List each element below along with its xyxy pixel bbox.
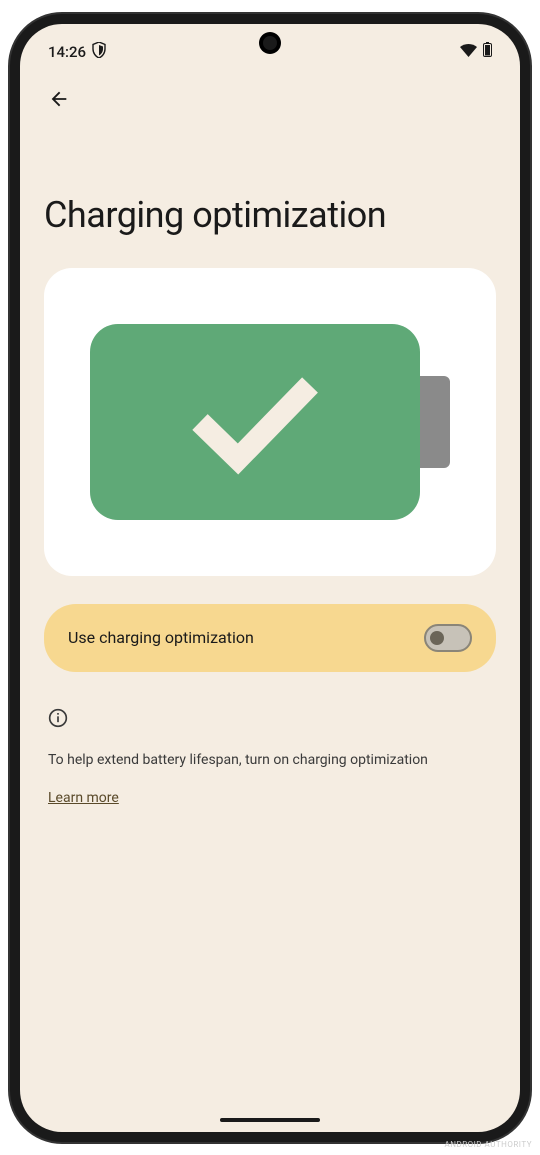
charging-optimization-toggle-row[interactable]: Use charging optimization	[44, 604, 496, 672]
page-title: Charging optimization	[44, 194, 496, 236]
info-text: To help extend battery lifespan, turn on…	[48, 750, 492, 771]
battery-illustration	[90, 324, 450, 520]
arrow-back-icon	[48, 88, 70, 110]
camera-notch	[259, 32, 281, 54]
phone-frame: 14:26	[10, 14, 530, 1142]
home-indicator[interactable]	[220, 1118, 320, 1122]
status-time: 14:26	[48, 43, 86, 61]
toggle-switch[interactable]	[424, 624, 472, 652]
learn-more-link[interactable]: Learn more	[48, 790, 119, 806]
battery-illustration-card	[44, 268, 496, 576]
vpn-shield-icon	[92, 42, 106, 62]
battery-status-icon	[483, 42, 492, 61]
phone-screen: 14:26	[20, 24, 520, 1132]
info-icon	[48, 708, 492, 732]
wifi-icon	[460, 42, 477, 61]
watermark: ANDROID AUTHORITY	[445, 1140, 532, 1149]
toggle-label: Use charging optimization	[68, 628, 254, 647]
checkmark-icon	[180, 367, 330, 477]
back-button[interactable]	[44, 72, 496, 122]
